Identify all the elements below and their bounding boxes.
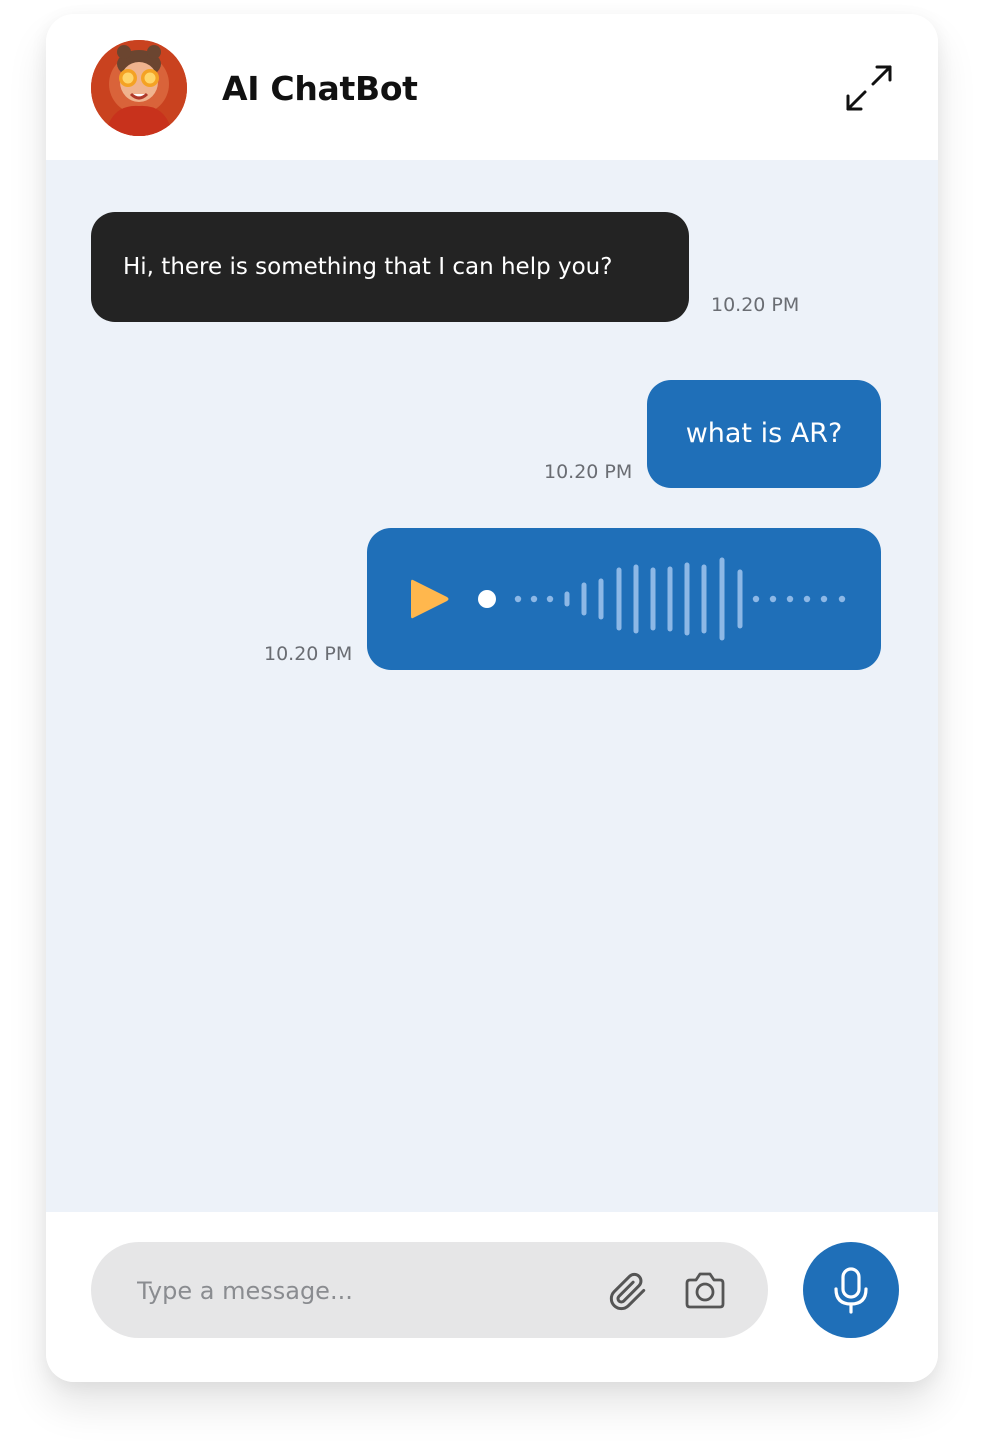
paperclip-icon (609, 1272, 646, 1311)
chat-window: AI ChatBot Hi, there is something that I… (46, 14, 938, 1382)
camera-icon (685, 1272, 725, 1309)
message-timestamp: 10.20 PM (544, 461, 633, 483)
message-composer (46, 1212, 938, 1382)
bot-message-text: Hi, there is something that I can help y… (123, 254, 613, 280)
expand-button[interactable] (840, 59, 900, 119)
user-avatar-photo-icon (91, 40, 187, 136)
user-message-bubble: what is AR? (647, 380, 881, 488)
message-input-container (91, 1242, 768, 1340)
page-title: AI ChatBot (222, 69, 418, 108)
audio-waveform-icon (478, 557, 846, 641)
voice-message-bubble (367, 528, 881, 670)
message-timestamp: 10.20 PM (711, 294, 800, 316)
bot-message-bubble: Hi, there is something that I can help y… (91, 212, 689, 322)
chat-messages: Hi, there is something that I can help y… (46, 160, 938, 1212)
chat-header: AI ChatBot (46, 14, 938, 160)
user-message-text: what is AR? (685, 418, 843, 449)
microphone-icon (834, 1267, 868, 1314)
camera-button[interactable] (683, 1271, 727, 1311)
attach-button[interactable] (608, 1272, 648, 1312)
voice-record-button[interactable] (803, 1242, 899, 1338)
avatar (91, 40, 187, 136)
message-timestamp: 10.20 PM (264, 643, 353, 665)
expand-arrows-icon (846, 65, 892, 111)
message-input[interactable] (135, 1242, 559, 1340)
